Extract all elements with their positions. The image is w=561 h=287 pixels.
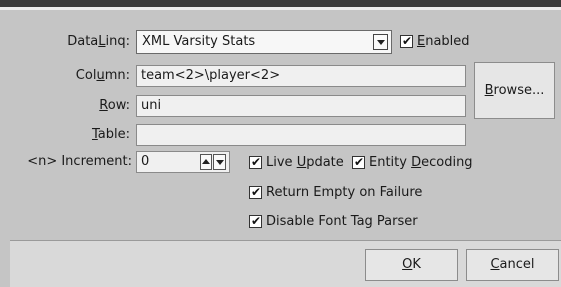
enabled-label: Enabled: [417, 34, 470, 49]
datalinq-dialog: DataLinq: XML Varsity Stats ✔ Enabled Co…: [0, 0, 561, 287]
live-update-checkbox-box[interactable]: ✔: [249, 155, 262, 169]
datalinq-combobox[interactable]: XML Varsity Stats: [136, 30, 392, 54]
disable-font-tag-checkbox-box[interactable]: ✔: [249, 214, 262, 228]
entity-decoding-label: Entity Decoding: [369, 155, 473, 170]
datalinq-label: DataLinq:: [67, 34, 130, 49]
increment-down-button[interactable]: [213, 154, 226, 170]
table-label: Table:: [91, 127, 130, 142]
return-empty-label: Return Empty on Failure: [266, 185, 423, 200]
increment-spinner[interactable]: 0: [136, 151, 230, 173]
row-input[interactable]: uni: [136, 95, 466, 117]
increment-up-button[interactable]: [200, 154, 212, 170]
checkmark-icon: ✔: [354, 155, 365, 169]
cancel-button[interactable]: Cancel: [466, 249, 559, 281]
return-empty-checkbox-box[interactable]: ✔: [249, 185, 262, 199]
window-left-edge: [0, 10, 10, 287]
table-input[interactable]: [136, 124, 466, 146]
increment-label: <n> Increment:: [27, 154, 132, 169]
triangle-up-icon: [202, 159, 210, 164]
live-update-label: Live Update: [266, 155, 344, 170]
column-input[interactable]: team<2>\player<2>: [136, 65, 466, 87]
datalinq-dropdown-button[interactable]: [373, 34, 388, 50]
entity-decoding-checkbox-box[interactable]: ✔: [352, 155, 365, 169]
increment-value: 0: [141, 154, 150, 169]
checkmark-icon: ✔: [251, 214, 262, 228]
checkmark-icon: ✔: [402, 34, 413, 48]
enabled-checkbox-box[interactable]: ✔: [400, 34, 413, 48]
browse-button[interactable]: Browse...: [474, 62, 555, 119]
datalinq-selected-value: XML Varsity Stats: [142, 34, 256, 49]
column-label: Column:: [75, 68, 130, 83]
checkmark-icon: ✔: [251, 185, 262, 199]
checkmark-icon: ✔: [251, 155, 262, 169]
triangle-down-icon: [216, 160, 224, 165]
disable-font-tag-label: Disable Font Tag Parser: [266, 214, 418, 229]
ok-button[interactable]: OK: [365, 249, 458, 281]
row-label: Row:: [99, 98, 130, 113]
chevron-down-icon: [377, 40, 385, 45]
window-top-border: [0, 0, 561, 7]
